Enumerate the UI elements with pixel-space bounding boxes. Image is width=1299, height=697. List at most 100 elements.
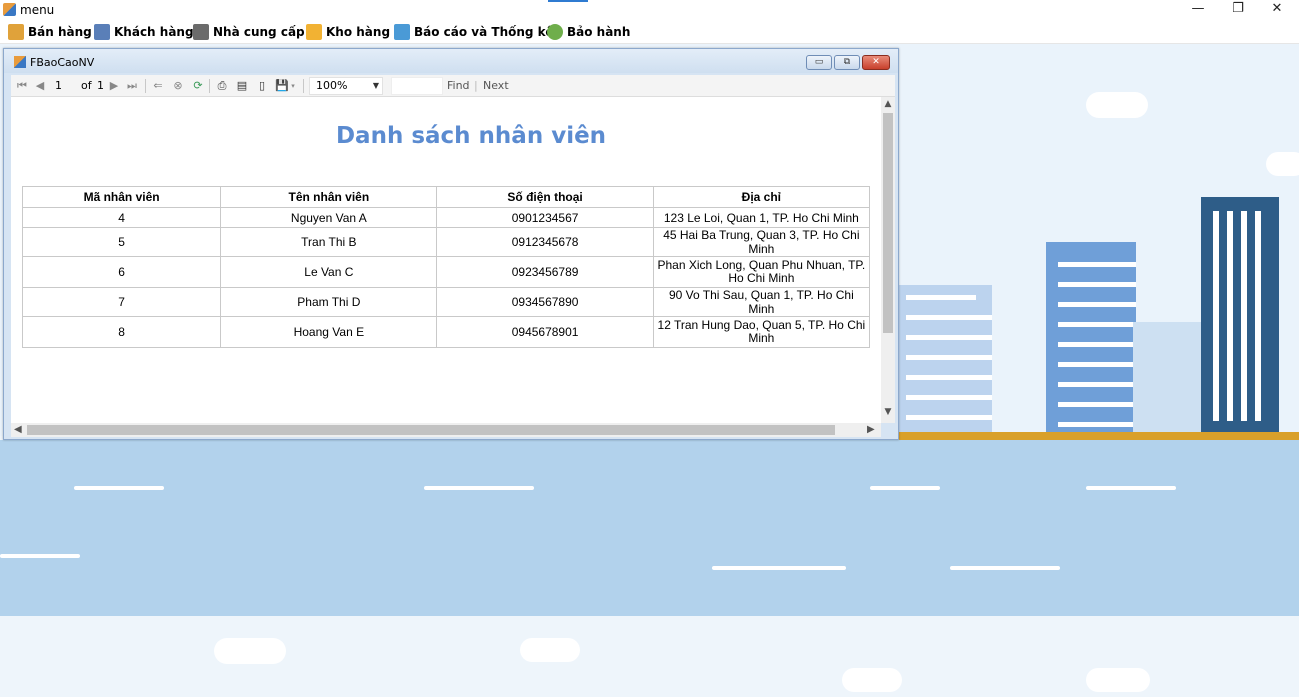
menu-item-label: Kho hàng xyxy=(326,25,391,39)
stop-icon[interactable]: ⊗ xyxy=(171,79,185,93)
cell-phone: 0945678901 xyxy=(436,316,654,348)
cloud xyxy=(842,668,902,692)
title-bar: menu — ❐ ✕ xyxy=(0,0,1299,20)
cell-id: 5 xyxy=(21,227,222,257)
previous-page-icon[interactable]: ◀ xyxy=(33,79,47,93)
menu-item-label: Bán hàng xyxy=(28,25,92,39)
scroll-down-icon[interactable]: ▼ xyxy=(881,407,895,417)
report-canvas: Danh sách nhân viên Mã nhân viên Tên nhâ… xyxy=(11,97,881,423)
print-layout-icon[interactable]: ▤ xyxy=(235,79,249,93)
menu-item-label: Bảo hành xyxy=(567,25,631,39)
building xyxy=(1201,197,1279,435)
first-page-icon[interactable]: ⏮ xyxy=(15,79,29,93)
toolbar-text-separator: | xyxy=(474,79,478,92)
next-page-icon[interactable]: ▶ xyxy=(107,79,121,93)
water-streak xyxy=(1086,486,1176,490)
cell-name: Pham Thi D xyxy=(220,287,438,317)
gear-icon xyxy=(547,24,563,40)
page-of-label: of xyxy=(81,79,92,92)
cell-id: 8 xyxy=(21,316,222,348)
vertical-scroll-thumb[interactable] xyxy=(883,113,893,333)
table-row: 6 Le Van C 0923456789 Phan Xich Long, Qu… xyxy=(21,256,871,288)
cloud xyxy=(1086,668,1150,692)
zoom-value: 100% xyxy=(316,79,348,92)
cell-name: Tran Thi B xyxy=(220,227,438,257)
page-setup-icon[interactable]: ▯ xyxy=(255,79,269,93)
chevron-down-icon: ▼ xyxy=(372,81,379,90)
scroll-left-icon[interactable]: ◀ xyxy=(14,423,22,437)
employee-table: Mã nhân viên Tên nhân viên Số điện thoại… xyxy=(21,186,871,348)
column-header-name: Tên nhân viên xyxy=(220,186,438,208)
menu-item-bao-hanh[interactable]: Bảo hành xyxy=(547,23,630,41)
last-page-icon[interactable]: ⏭ xyxy=(125,79,139,93)
cell-address: 90 Vo Thi Sau, Quan 1, TP. Ho Chi Minh xyxy=(652,287,871,317)
next-button[interactable]: Next xyxy=(483,78,509,94)
cell-phone: 0912345678 xyxy=(436,227,654,257)
cell-id: 7 xyxy=(21,287,222,317)
menu-item-nha-cung-cap[interactable]: Nhà cung cấp xyxy=(193,23,305,41)
ground-line xyxy=(898,432,1299,440)
people-icon xyxy=(94,24,110,40)
child-window-title: FBaoCaoNV xyxy=(30,56,95,69)
supplier-icon xyxy=(193,24,209,40)
cart-icon xyxy=(8,24,24,40)
child-minimize-button[interactable]: ▭ xyxy=(806,55,832,70)
horizontal-scroll-thumb[interactable] xyxy=(27,425,835,435)
cloud xyxy=(1086,92,1148,118)
building xyxy=(1046,242,1136,435)
cell-name: Hoang Van E xyxy=(220,316,438,348)
title-accent xyxy=(548,0,588,2)
water-streak xyxy=(0,554,80,558)
cell-name: Nguyen Van A xyxy=(220,207,438,228)
table-row: 7 Pham Thi D 0934567890 90 Vo Thi Sau, Q… xyxy=(21,287,871,317)
cell-phone: 0923456789 xyxy=(436,256,654,288)
table-header-row: Mã nhân viên Tên nhân viên Số điện thoại… xyxy=(21,186,871,208)
app-icon xyxy=(3,3,16,16)
close-button[interactable]: ✕ xyxy=(1254,0,1299,20)
cell-name: Le Van C xyxy=(220,256,438,288)
menu-item-ban-hang[interactable]: Bán hàng xyxy=(8,23,92,41)
toolbar-separator xyxy=(145,79,146,93)
menu-item-khach-hang[interactable]: Khách hàng xyxy=(94,23,194,41)
column-header-id: Mã nhân viên xyxy=(21,186,222,208)
cell-phone: 0934567890 xyxy=(436,287,654,317)
water-streak xyxy=(950,566,1060,570)
child-maximize-button[interactable]: ⧉ xyxy=(834,55,860,70)
menu-item-bao-cao[interactable]: Báo cáo và Thống kê xyxy=(394,23,553,41)
water xyxy=(0,440,1299,616)
table-row: 4 Nguyen Van A 0901234567 123 Le Loi, Qu… xyxy=(21,207,871,228)
export-dropdown-icon[interactable]: ▾ xyxy=(289,79,297,93)
child-close-button[interactable]: ✕ xyxy=(862,55,890,70)
box-icon xyxy=(306,24,322,40)
menu-item-label: Nhà cung cấp xyxy=(213,25,305,39)
current-page-input[interactable]: 1 xyxy=(55,78,62,94)
refresh-icon[interactable]: ⟳ xyxy=(191,79,205,93)
menu-item-kho-hang[interactable]: Kho hàng xyxy=(306,23,390,41)
menu-bar: Bán hàng Khách hàng Nhà cung cấp Kho hàn… xyxy=(0,20,1299,44)
horizontal-scrollbar[interactable]: ◀ ▶ xyxy=(11,423,881,437)
scroll-right-icon[interactable]: ▶ xyxy=(867,423,875,437)
back-icon[interactable]: ⇐ xyxy=(151,79,165,93)
table-row: 5 Tran Thi B 0912345678 45 Hai Ba Trung,… xyxy=(21,227,871,257)
form-icon xyxy=(14,56,26,68)
zoom-select[interactable]: 100% ▼ xyxy=(309,77,383,95)
find-button[interactable]: Find xyxy=(447,78,470,94)
cloud xyxy=(520,638,580,662)
water-streak xyxy=(74,486,164,490)
cloud xyxy=(1266,152,1299,176)
export-icon[interactable]: 💾 xyxy=(275,79,289,93)
vertical-scrollbar[interactable]: ▲ ▼ xyxy=(881,97,895,423)
print-icon[interactable]: ⎙ xyxy=(215,79,229,93)
find-input[interactable] xyxy=(391,77,443,95)
report-toolbar: ⏮ ◀ 1 of 1 ▶ ⏭ ⇐ ⊗ ⟳ ⎙ ▤ ▯ 💾 ▾ 100% ▼ Fi… xyxy=(11,75,895,97)
water-streak xyxy=(712,566,846,570)
menu-item-label: Báo cáo và Thống kê xyxy=(414,25,554,39)
scroll-up-icon[interactable]: ▲ xyxy=(881,99,895,109)
cell-address: 12 Tran Hung Dao, Quan 5, TP. Ho Chi Min… xyxy=(652,316,871,348)
report-title: Danh sách nhân viên xyxy=(335,123,607,149)
cell-address: 45 Hai Ba Trung, Quan 3, TP. Ho Chi Minh xyxy=(652,227,871,257)
table-row: 8 Hoang Van E 0945678901 12 Tran Hung Da… xyxy=(21,316,871,348)
report-icon xyxy=(394,24,410,40)
child-title-bar: FBaoCaoNV ▭ ⧉ ✕ xyxy=(4,49,898,73)
cell-id: 4 xyxy=(21,207,222,228)
